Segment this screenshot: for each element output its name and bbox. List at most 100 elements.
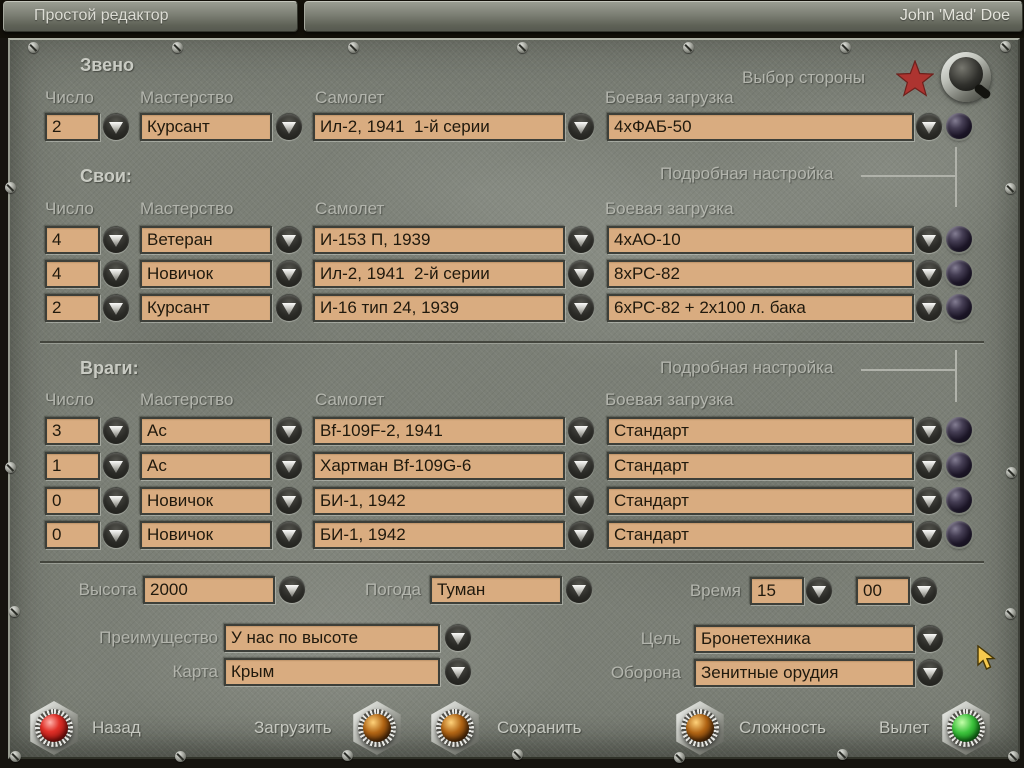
skill-dropdown-button[interactable] [276,227,302,253]
plane-dropdown-button[interactable] [568,453,594,479]
loadout-field[interactable]: Стандарт [607,521,914,549]
skill-field[interactable]: Ас [140,452,272,480]
plane-dropdown-button[interactable] [568,418,594,444]
plane-dropdown-button[interactable] [568,227,594,253]
plane-field[interactable]: Ил-2, 1941 2-й серии [313,260,565,288]
plane-dropdown-button[interactable] [568,261,594,287]
weather-dropdown-button[interactable] [566,577,592,603]
plane-field[interactable]: Ил-2, 1941 1-й серии [313,113,565,141]
difficulty-button-label[interactable]: Сложность [739,718,826,738]
plane-field[interactable]: БИ-1, 1942 [313,487,565,515]
count-field[interactable]: 4 [45,260,100,288]
count-dropdown-button[interactable] [103,488,129,514]
defense-dropdown-button[interactable] [917,660,943,686]
count-field[interactable]: 2 [45,113,100,141]
loadout-dropdown-button[interactable] [916,522,942,548]
detail-settings-lamp[interactable] [946,487,972,513]
skill-dropdown-button[interactable] [276,488,302,514]
count-dropdown-button[interactable] [103,522,129,548]
count-field[interactable]: 1 [45,452,100,480]
skill-field[interactable]: Новичок [140,260,272,288]
map-field[interactable]: Крым [224,658,440,686]
skill-dropdown-button[interactable] [276,295,302,321]
count-dropdown-button[interactable] [103,227,129,253]
save-button[interactable] [428,701,482,755]
detail-settings-lamp[interactable] [946,521,972,547]
skill-field[interactable]: Ас [140,417,272,445]
loadout-dropdown-button[interactable] [916,114,942,140]
count-dropdown-button[interactable] [103,418,129,444]
count-field[interactable]: 2 [45,294,100,322]
detail-settings-lamp[interactable] [946,113,972,139]
loadout-field[interactable]: 4хФАБ-50 [607,113,914,141]
loadout-dropdown-button[interactable] [916,295,942,321]
defense-field[interactable]: Зенитные орудия [694,659,915,687]
time-minute-field[interactable]: 00 [856,577,910,605]
save-button-label[interactable]: Сохранить [497,718,581,738]
detail-settings-lamp[interactable] [946,452,972,478]
plane-field[interactable]: И-16 тип 24, 1939 [313,294,565,322]
detail-settings-lamp[interactable] [946,417,972,443]
bracket-line [861,369,956,371]
loadout-field[interactable]: Стандарт [607,452,914,480]
skill-field[interactable]: Курсант [140,294,272,322]
skill-dropdown-button[interactable] [276,261,302,287]
advantage-field[interactable]: У нас по высоте [224,624,440,652]
plane-dropdown-button[interactable] [568,114,594,140]
loadout-dropdown-button[interactable] [916,453,942,479]
plane-field[interactable]: Bf-109F-2, 1941 [313,417,565,445]
plane-field[interactable]: БИ-1, 1942 [313,521,565,549]
load-button[interactable] [350,701,404,755]
count-dropdown-button[interactable] [103,261,129,287]
column-label-skill: Мастерство [140,390,233,410]
time-hour-dropdown-button[interactable] [806,578,832,604]
count-field[interactable]: 3 [45,417,100,445]
count-dropdown-button[interactable] [103,295,129,321]
skill-dropdown-button[interactable] [276,453,302,479]
count-field[interactable]: 0 [45,521,100,549]
skill-dropdown-button[interactable] [276,418,302,444]
count-field[interactable]: 4 [45,226,100,254]
plane-dropdown-button[interactable] [568,295,594,321]
altitude-dropdown-button[interactable] [279,577,305,603]
loadout-dropdown-button[interactable] [916,488,942,514]
detail-settings-lamp[interactable] [946,294,972,320]
detail-settings-lamp[interactable] [946,226,972,252]
skill-dropdown-button[interactable] [276,114,302,140]
count-dropdown-button[interactable] [103,114,129,140]
weather-field[interactable]: Туман [430,576,562,604]
plane-field[interactable]: Хартман Bf-109G-6 [313,452,565,480]
plane-field[interactable]: И-153 П, 1939 [313,226,565,254]
altitude-field[interactable]: 2000 [143,576,275,604]
loadout-dropdown-button[interactable] [916,227,942,253]
skill-field[interactable]: Новичок [140,521,272,549]
fly-button[interactable] [939,701,993,755]
map-dropdown-button[interactable] [445,659,471,685]
plane-dropdown-button[interactable] [568,488,594,514]
loadout-dropdown-button[interactable] [916,418,942,444]
skill-field[interactable]: Курсант [140,113,272,141]
back-button[interactable] [27,701,81,755]
count-dropdown-button[interactable] [103,453,129,479]
loadout-field[interactable]: 4хАО-10 [607,226,914,254]
difficulty-button[interactable] [673,701,727,755]
loadout-field[interactable]: 8хРС-82 [607,260,914,288]
load-button-label[interactable]: Загрузить [254,718,332,738]
back-button-label[interactable]: Назад [92,718,141,738]
skill-dropdown-button[interactable] [276,522,302,548]
count-field[interactable]: 0 [45,487,100,515]
target-dropdown-button[interactable] [917,626,943,652]
plane-dropdown-button[interactable] [568,522,594,548]
loadout-dropdown-button[interactable] [916,261,942,287]
skill-field[interactable]: Новичок [140,487,272,515]
fly-button-label[interactable]: Вылет [879,718,929,738]
skill-field[interactable]: Ветеран [140,226,272,254]
detail-settings-lamp[interactable] [946,260,972,286]
time-hour-field[interactable]: 15 [750,577,804,605]
time-minute-dropdown-button[interactable] [911,578,937,604]
target-field[interactable]: Бронетехника [694,625,915,653]
loadout-field[interactable]: Стандарт [607,487,914,515]
advantage-dropdown-button[interactable] [445,625,471,651]
loadout-field[interactable]: 6хРС-82 + 2х100 л. бака [607,294,914,322]
loadout-field[interactable]: Стандарт [607,417,914,445]
